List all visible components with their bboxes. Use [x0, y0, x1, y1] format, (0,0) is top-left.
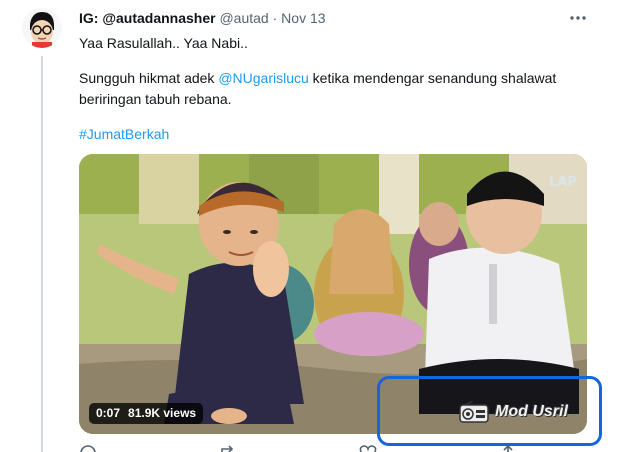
video-stats-badge: 0:07 81.9K views: [89, 403, 204, 424]
tweet-header: IG: @autadannasher @autad · Nov 13: [79, 9, 326, 27]
reply-icon[interactable]: [79, 444, 97, 452]
tweet: IG: @autadannasher @autad · Nov 13 Yaa R…: [0, 0, 619, 452]
video-views: 81.9K views: [128, 406, 197, 420]
tweet-text-line-1: Yaa Rasulallah.. Yaa Nabi..: [79, 35, 248, 51]
display-name[interactable]: IG: @autadannasher: [79, 10, 216, 26]
highlight-annotation: [377, 376, 602, 446]
tweet-date[interactable]: Nov 13: [281, 10, 325, 26]
tweet-text-segment: Sungguh hikmat adek: [79, 70, 219, 86]
thread-line: [41, 56, 43, 452]
tweet-text-segment: ketika mendengar senandung shalawat: [308, 70, 557, 86]
mention-link[interactable]: @NUgarislucu: [218, 70, 308, 86]
tweet-text-line-2: Sungguh hikmat adek @NUgarislucu ketika …: [79, 68, 556, 88]
retweet-icon[interactable]: [219, 444, 237, 452]
hashtag-link[interactable]: #JumatBerkah: [79, 124, 169, 144]
tweet-actions: [79, 444, 599, 452]
more-horizontal-icon[interactable]: [568, 8, 588, 28]
separator-dot: ·: [272, 10, 278, 26]
share-icon[interactable]: [499, 444, 517, 452]
user-handle[interactable]: @autad: [219, 10, 268, 26]
heart-icon[interactable]: [359, 444, 377, 452]
tweet-text-line-3: beriringan tabuh rebana.: [79, 91, 232, 107]
video-duration: 0:07: [96, 406, 121, 420]
svg-text:LAP: LAP: [549, 175, 577, 190]
avatar[interactable]: [22, 8, 62, 48]
